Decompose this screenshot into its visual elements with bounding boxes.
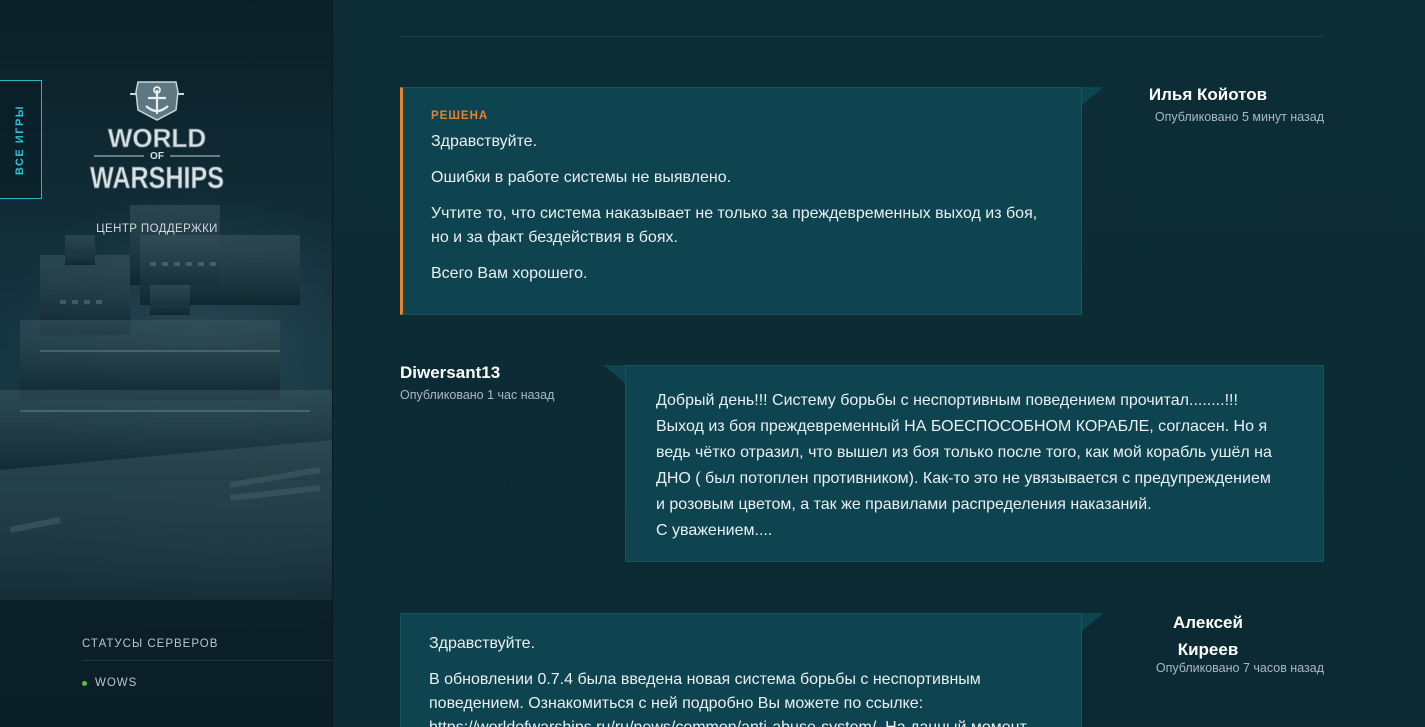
author-name: Илья Койотов <box>1148 85 1268 104</box>
published-time: Опубликовано 7 часов назад <box>1155 661 1324 675</box>
author-first-name: Алексей <box>1173 613 1243 632</box>
bubble-tail <box>603 365 625 383</box>
message-bubble: Добрый день!!! Систему борьбы с неспорти… <box>625 365 1324 562</box>
server-status-title: СТАТУСЫ СЕРВЕРОВ <box>82 638 219 650</box>
world-of-warships-logo[interactable]: WORLD OF WARSHIPS <box>86 80 228 214</box>
message-paragraph: В обновлении 0.7.4 была введена новая си… <box>429 668 1053 727</box>
all-games-tab[interactable]: ВСЕ ИГРЫ <box>0 80 42 199</box>
logo-world-text: WORLD <box>108 123 206 153</box>
message-text: В обновлении 0.7.4 была введена новая си… <box>429 671 981 712</box>
divider <box>82 660 332 661</box>
message-paragraph: Всего Вам хорошего. <box>431 265 588 282</box>
message-line: Выход из боя преждевременный НА БОЕСПОСО… <box>656 418 1268 436</box>
message-bubble: Здравствуйте. В обновлении 0.7.4 была вв… <box>400 613 1082 727</box>
ticket-conversation: РЕШЕНА Здравствуйте. Ошибки в работе сис… <box>333 0 1425 727</box>
bubble-tail <box>1082 87 1104 105</box>
anchor-emblem-icon <box>130 81 184 121</box>
anti-abuse-system-link[interactable]: https://worldofwarships.ru/ru/news/commo… <box>429 719 876 727</box>
status-badge: РЕШЕНА <box>431 110 489 122</box>
bubble-tail <box>1082 613 1104 631</box>
server-name: WOWS <box>95 677 138 689</box>
all-games-label: ВСЕ ИГРЫ <box>14 104 27 175</box>
server-online-indicator <box>82 680 87 686</box>
server-status-section: СТАТУСЫ СЕРВЕРОВ <box>82 638 332 661</box>
message-line: и розовым цветом, а так же правилами рас… <box>656 496 1152 514</box>
published-time: Опубликовано 1 час назад <box>400 388 555 402</box>
message-text: . На данный момент <box>876 719 1027 727</box>
message-paragraph: Здравствуйте. <box>431 133 538 150</box>
author-last-name: Киреев <box>1177 640 1239 659</box>
published-time: Опубликовано 5 минут назад <box>1154 110 1324 124</box>
message-paragraph: Ошибки в работе системы не выявлено. <box>431 169 732 186</box>
message-paragraph: Здравствуйте. <box>429 635 536 652</box>
sidebar: ВСЕ ИГРЫ WORLD OF WARSHIPS ЦЕНТР ПОДДЕРЖ… <box>0 0 333 727</box>
message-line: С уважением.... <box>656 522 773 540</box>
message-line: Добрый день!!! Систему борьбы с неспорти… <box>656 392 1238 409</box>
logo-warships-text: WARSHIPS <box>90 160 224 195</box>
message-bubble: РЕШЕНА Здравствуйте. Ошибки в работе сис… <box>400 87 1082 315</box>
author-name: Алексей Киреев <box>1133 609 1283 663</box>
message-line: ведь чётко отразил, что вышел из боя тол… <box>656 444 1272 462</box>
author-name: Diwersant13 <box>400 363 501 382</box>
page: ВСЕ ИГРЫ WORLD OF WARSHIPS ЦЕНТР ПОДДЕРЖ… <box>0 0 1425 727</box>
message-line: ДНО ( был потоплен противником). Как-то … <box>656 470 1271 488</box>
support-center-label: ЦЕНТР ПОДДЕРЖКИ <box>96 223 218 235</box>
server-item-wows[interactable]: WOWS <box>82 677 137 689</box>
divider <box>400 36 1324 37</box>
message-paragraph: Учтите то, что система наказывает не тол… <box>431 205 1038 246</box>
